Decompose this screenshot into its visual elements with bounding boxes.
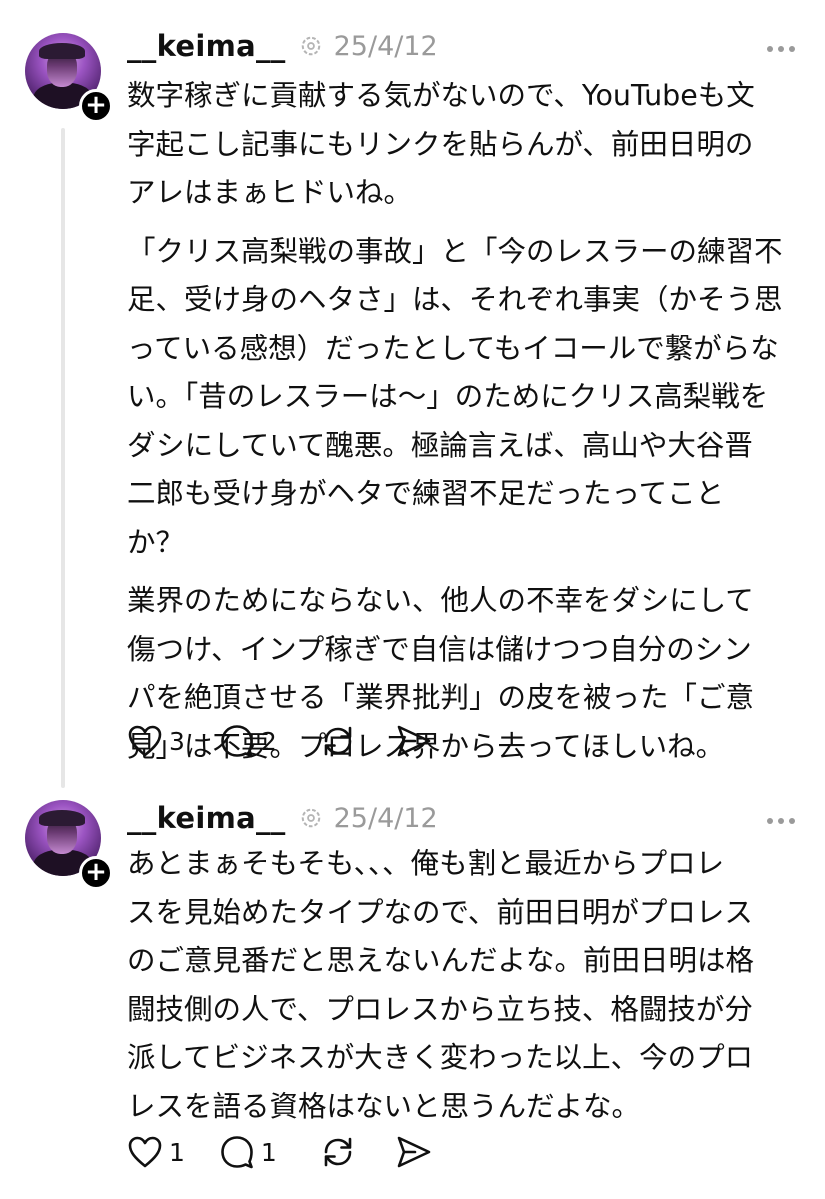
comment-button[interactable]: 1 [219,1134,277,1170]
repost-button[interactable] [319,722,357,760]
thread-post-2: + __keima__ 25/4/12 あとまぁそもそも、、、俺も割と最近からプ… [0,800,825,1199]
like-count: 3 [169,726,185,756]
action-bar: 1 1 [127,1133,467,1171]
post-paragraph: 数字稼ぎに貢献する気がないので、YouTubeも文 字起こし記事にもリンクを貼ら… [127,79,755,209]
more-options-icon[interactable] [767,46,795,52]
thread-line [61,128,65,788]
more-options-icon[interactable] [767,818,795,824]
ai-label-icon [301,36,320,56]
repost-icon [324,1137,352,1167]
follow-plus-icon[interactable]: + [79,89,113,123]
action-bar: 3 2 [127,722,467,760]
share-button[interactable] [395,723,433,759]
post-paragraph: 「クリス高梨戦の事故」と「今のレスラーの練習不 足、受け身のヘタさ」は、それぞれ… [127,234,783,559]
share-icon [397,1136,431,1168]
like-button[interactable]: 1 [127,1135,185,1169]
ai-label-icon [301,808,320,828]
repost-button[interactable] [319,1133,357,1171]
post-body: あとまぁそもそも、、、俺も割と最近からプロレ スを見始めたタイプなので、前田日明… [127,840,787,1131]
heart-icon [128,1136,162,1168]
share-button[interactable] [395,1134,433,1170]
username[interactable]: __keima__ [127,29,286,63]
share-icon [397,725,431,757]
post-body: 数字稼ぎに貢献する気がないので、YouTubeも文 字起こし記事にもリンクを貼ら… [127,72,787,771]
post-date: 25/4/12 [333,802,438,834]
comment-icon [221,1136,253,1169]
thread-post-1: + __keima__ 25/4/12 数字稼ぎに貢献する気がないので、YouT… [0,0,825,800]
repost-icon [324,726,352,756]
post-paragraph: あとまぁそもそも、、、俺も割と最近からプロレ スを見始めたタイプなので、前田日明… [127,847,755,1123]
avatar[interactable]: + [25,33,113,123]
reply-count: 2 [260,726,277,756]
post-date: 25/4/12 [333,30,438,62]
follow-plus-icon[interactable]: + [79,856,113,890]
comment-icon [221,725,253,758]
reply-count: 1 [260,1137,277,1167]
post-header: __keima__ 25/4/12 [127,26,438,66]
avatar[interactable]: + [25,800,113,890]
post-header: __keima__ 25/4/12 [127,798,438,838]
heart-icon [128,725,162,757]
comment-button[interactable]: 2 [219,723,277,759]
like-button[interactable]: 3 [127,724,185,758]
username[interactable]: __keima__ [127,801,286,835]
like-count: 1 [169,1137,185,1167]
